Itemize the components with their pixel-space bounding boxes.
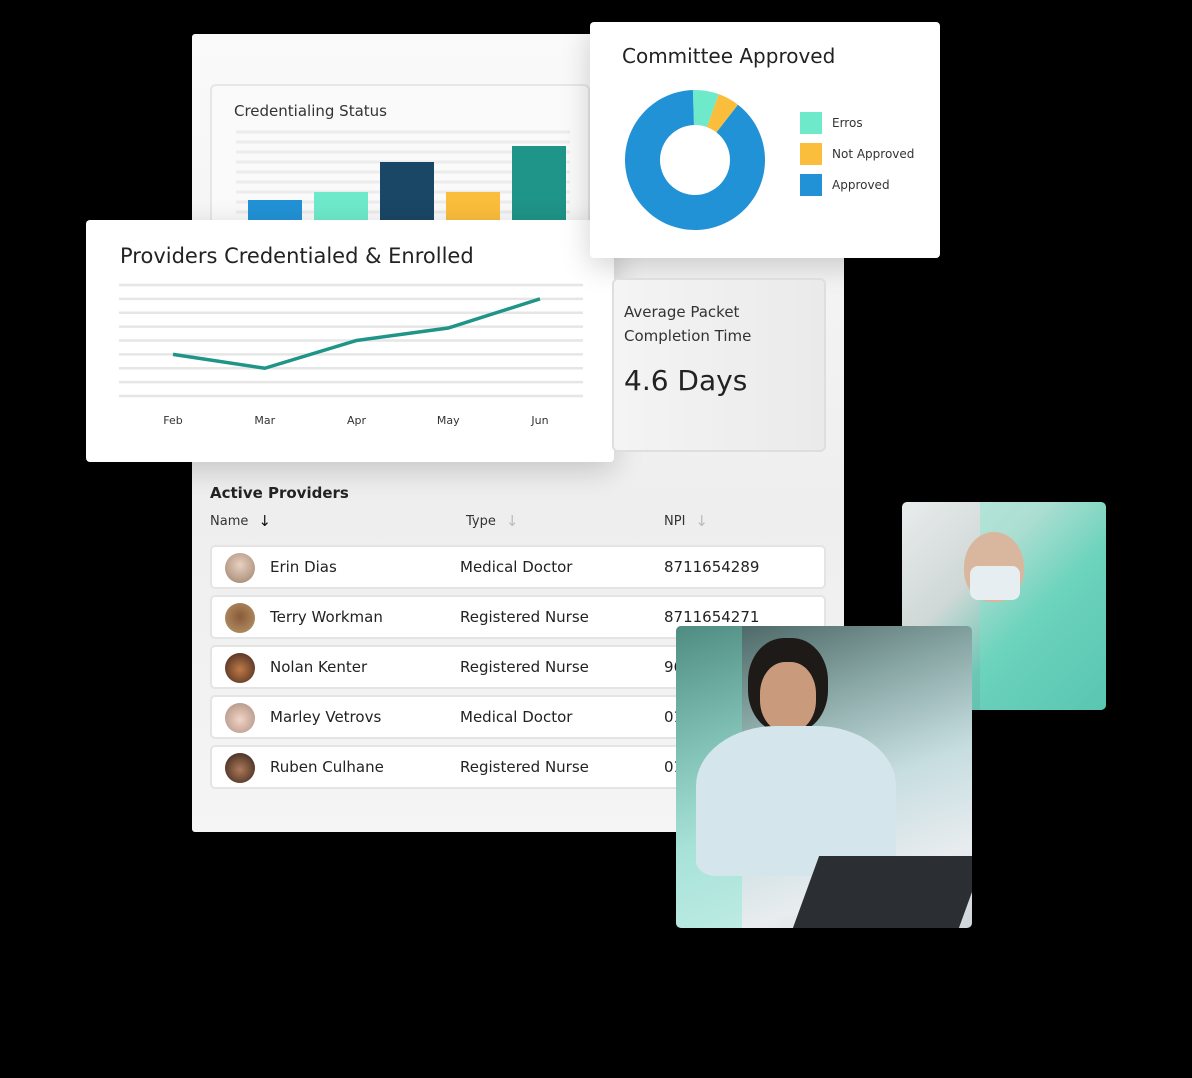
legend-label: Erros (832, 116, 863, 130)
x-tick-label: Feb (163, 414, 183, 427)
provider-type: Medical Doctor (460, 558, 573, 576)
avg-packet-label: Average Packet Completion Time (624, 300, 751, 348)
column-label: NPI (664, 513, 686, 529)
avatar (225, 653, 255, 683)
legend-approved: Approved (800, 174, 890, 196)
provider-name: Ruben Culhane (270, 758, 384, 776)
x-tick-label: Jun (531, 414, 549, 427)
column-header-name[interactable]: Name ↓ (210, 512, 271, 530)
avg-packet-label-line2: Completion Time (624, 327, 752, 345)
avatar (225, 703, 255, 733)
bar (248, 200, 302, 222)
column-header-type[interactable]: Type ↓ (466, 512, 518, 530)
avg-packet-value: 4.6 Days (624, 364, 748, 397)
provider-npi: 8711654289 (664, 558, 760, 576)
provider-type: Registered Nurse (460, 608, 589, 626)
legend-not-approved: Not Approved (800, 143, 914, 165)
sort-down-arrow-icon[interactable]: ↓ (258, 512, 271, 530)
column-label: Name (210, 513, 249, 529)
provider-name: Erin Dias (270, 558, 337, 576)
sort-down-arrow-icon[interactable]: ↓ (506, 512, 519, 530)
committee-donut-chart (625, 89, 765, 230)
x-tick-label: May (436, 414, 460, 427)
face-shape (760, 662, 816, 732)
legend-label: Approved (832, 178, 890, 192)
column-label: Type (466, 513, 496, 529)
avg-packet-card: Average Packet Completion Time 4.6 Days (612, 278, 826, 452)
bar (314, 192, 368, 222)
series-line (172, 297, 541, 371)
provider-type: Registered Nurse (460, 758, 589, 776)
provider-name: Marley Vetrovs (270, 708, 382, 726)
legend-swatch (800, 143, 822, 165)
provider-name: Nolan Kenter (270, 658, 368, 676)
provider-type: Registered Nurse (460, 658, 589, 676)
bar (512, 146, 566, 222)
provider-npi: 8711654271 (664, 608, 760, 626)
x-tick-label: Apr (346, 414, 367, 427)
provider-name: Terry Workman (270, 608, 383, 626)
avatar (225, 553, 255, 583)
legend-erros: Erros (800, 112, 863, 134)
laptop-shape (792, 856, 972, 928)
avatar (225, 753, 255, 783)
active-providers-title: Active Providers (210, 484, 349, 502)
x-tick-label: Mar (254, 414, 276, 427)
legend-swatch (800, 174, 822, 196)
table-row[interactable]: Erin Dias Medical Doctor 8711654289 (210, 545, 826, 589)
providers-enrolled-card: Providers Credentialed & Enrolled Feb Mar… (86, 220, 614, 462)
mask-shape (970, 566, 1020, 600)
legend-label: Not Approved (832, 147, 915, 161)
committee-approved-card: Committee Approved Erros Not Approved Ap… (590, 22, 940, 258)
avatar (225, 603, 255, 633)
sweater-shape (696, 726, 896, 876)
provider-type: Medical Doctor (460, 708, 573, 726)
column-header-npi[interactable]: NPI ↓ (664, 512, 708, 530)
legend-swatch (800, 112, 822, 134)
woman-laptop-photo (676, 626, 972, 928)
bar (380, 162, 434, 222)
bar (446, 192, 500, 222)
sort-down-arrow-icon[interactable]: ↓ (695, 512, 708, 530)
avg-packet-label-line1: Average Packet (624, 303, 740, 321)
